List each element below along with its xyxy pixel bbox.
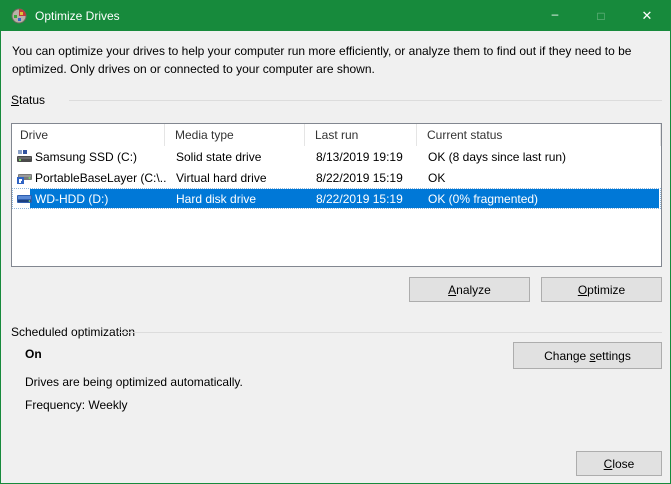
media-type: Virtual hard drive — [166, 171, 306, 185]
status-divider — [69, 100, 662, 101]
scheduled-description: Drives are being optimized automatically… — [25, 375, 243, 389]
titlebar: Optimize Drives – □ ✕ — [1, 1, 670, 31]
current-status: OK (8 days since last run) — [418, 150, 660, 164]
optimize-drives-icon — [11, 8, 27, 24]
scheduled-state: On — [25, 347, 42, 361]
close-window-button[interactable]: ✕ — [624, 1, 670, 31]
last-run: 8/22/2019 15:19 — [306, 192, 418, 206]
scheduled-divider — [118, 332, 662, 333]
hard-disk-drive-icon — [17, 191, 32, 206]
scheduled-optimization-label: Scheduled optimization — [11, 325, 135, 339]
optimize-drives-dialog: Optimize Drives – □ ✕ You can optimize y… — [0, 0, 671, 484]
minimize-button[interactable]: – — [532, 1, 578, 31]
maximize-button: □ — [578, 1, 624, 31]
analyze-button[interactable]: Analyze — [409, 277, 530, 302]
drive-list-header: Drive Media type Last run Current status — [12, 124, 661, 146]
window-title: Optimize Drives — [35, 9, 120, 23]
column-header-current-status[interactable]: Current status — [417, 124, 661, 146]
change-settings-button[interactable]: Change settings — [513, 342, 662, 369]
last-run: 8/13/2019 19:19 — [306, 150, 418, 164]
column-header-last-run[interactable]: Last run — [305, 124, 417, 146]
drive-row-portablebaselayer[interactable]: PortableBaseLayer (C:\... Virtual hard d… — [12, 167, 661, 188]
optimize-button[interactable]: Optimize — [541, 277, 662, 302]
status-group-label: Status — [11, 93, 45, 107]
close-button[interactable]: Close — [576, 451, 662, 476]
current-status: OK (0% fragmented) — [418, 192, 660, 206]
ssd-drive-icon — [17, 149, 32, 164]
column-header-drive[interactable]: Drive — [12, 124, 165, 146]
column-header-media-type[interactable]: Media type — [165, 124, 305, 146]
drive-name: WD-HDD (D:) — [35, 192, 108, 206]
media-type: Hard disk drive — [166, 192, 306, 206]
virtual-drive-icon — [17, 170, 32, 185]
drive-name: PortableBaseLayer (C:\... — [35, 171, 166, 185]
window-controls: – □ ✕ — [532, 1, 670, 31]
drive-row-wd-hdd[interactable]: WD-HDD (D:) Hard disk drive 8/22/2019 15… — [12, 188, 661, 209]
media-type: Solid state drive — [166, 150, 306, 164]
drive-row-samsung-ssd[interactable]: Samsung SSD (C:) Solid state drive 8/13/… — [12, 146, 661, 167]
drive-list: Drive Media type Last run Current status… — [11, 123, 662, 267]
scheduled-frequency: Frequency: Weekly — [25, 398, 128, 412]
current-status: OK — [418, 171, 660, 185]
drive-name: Samsung SSD (C:) — [35, 150, 137, 164]
intro-text: You can optimize your drives to help you… — [12, 42, 662, 78]
last-run: 8/22/2019 15:19 — [306, 171, 418, 185]
